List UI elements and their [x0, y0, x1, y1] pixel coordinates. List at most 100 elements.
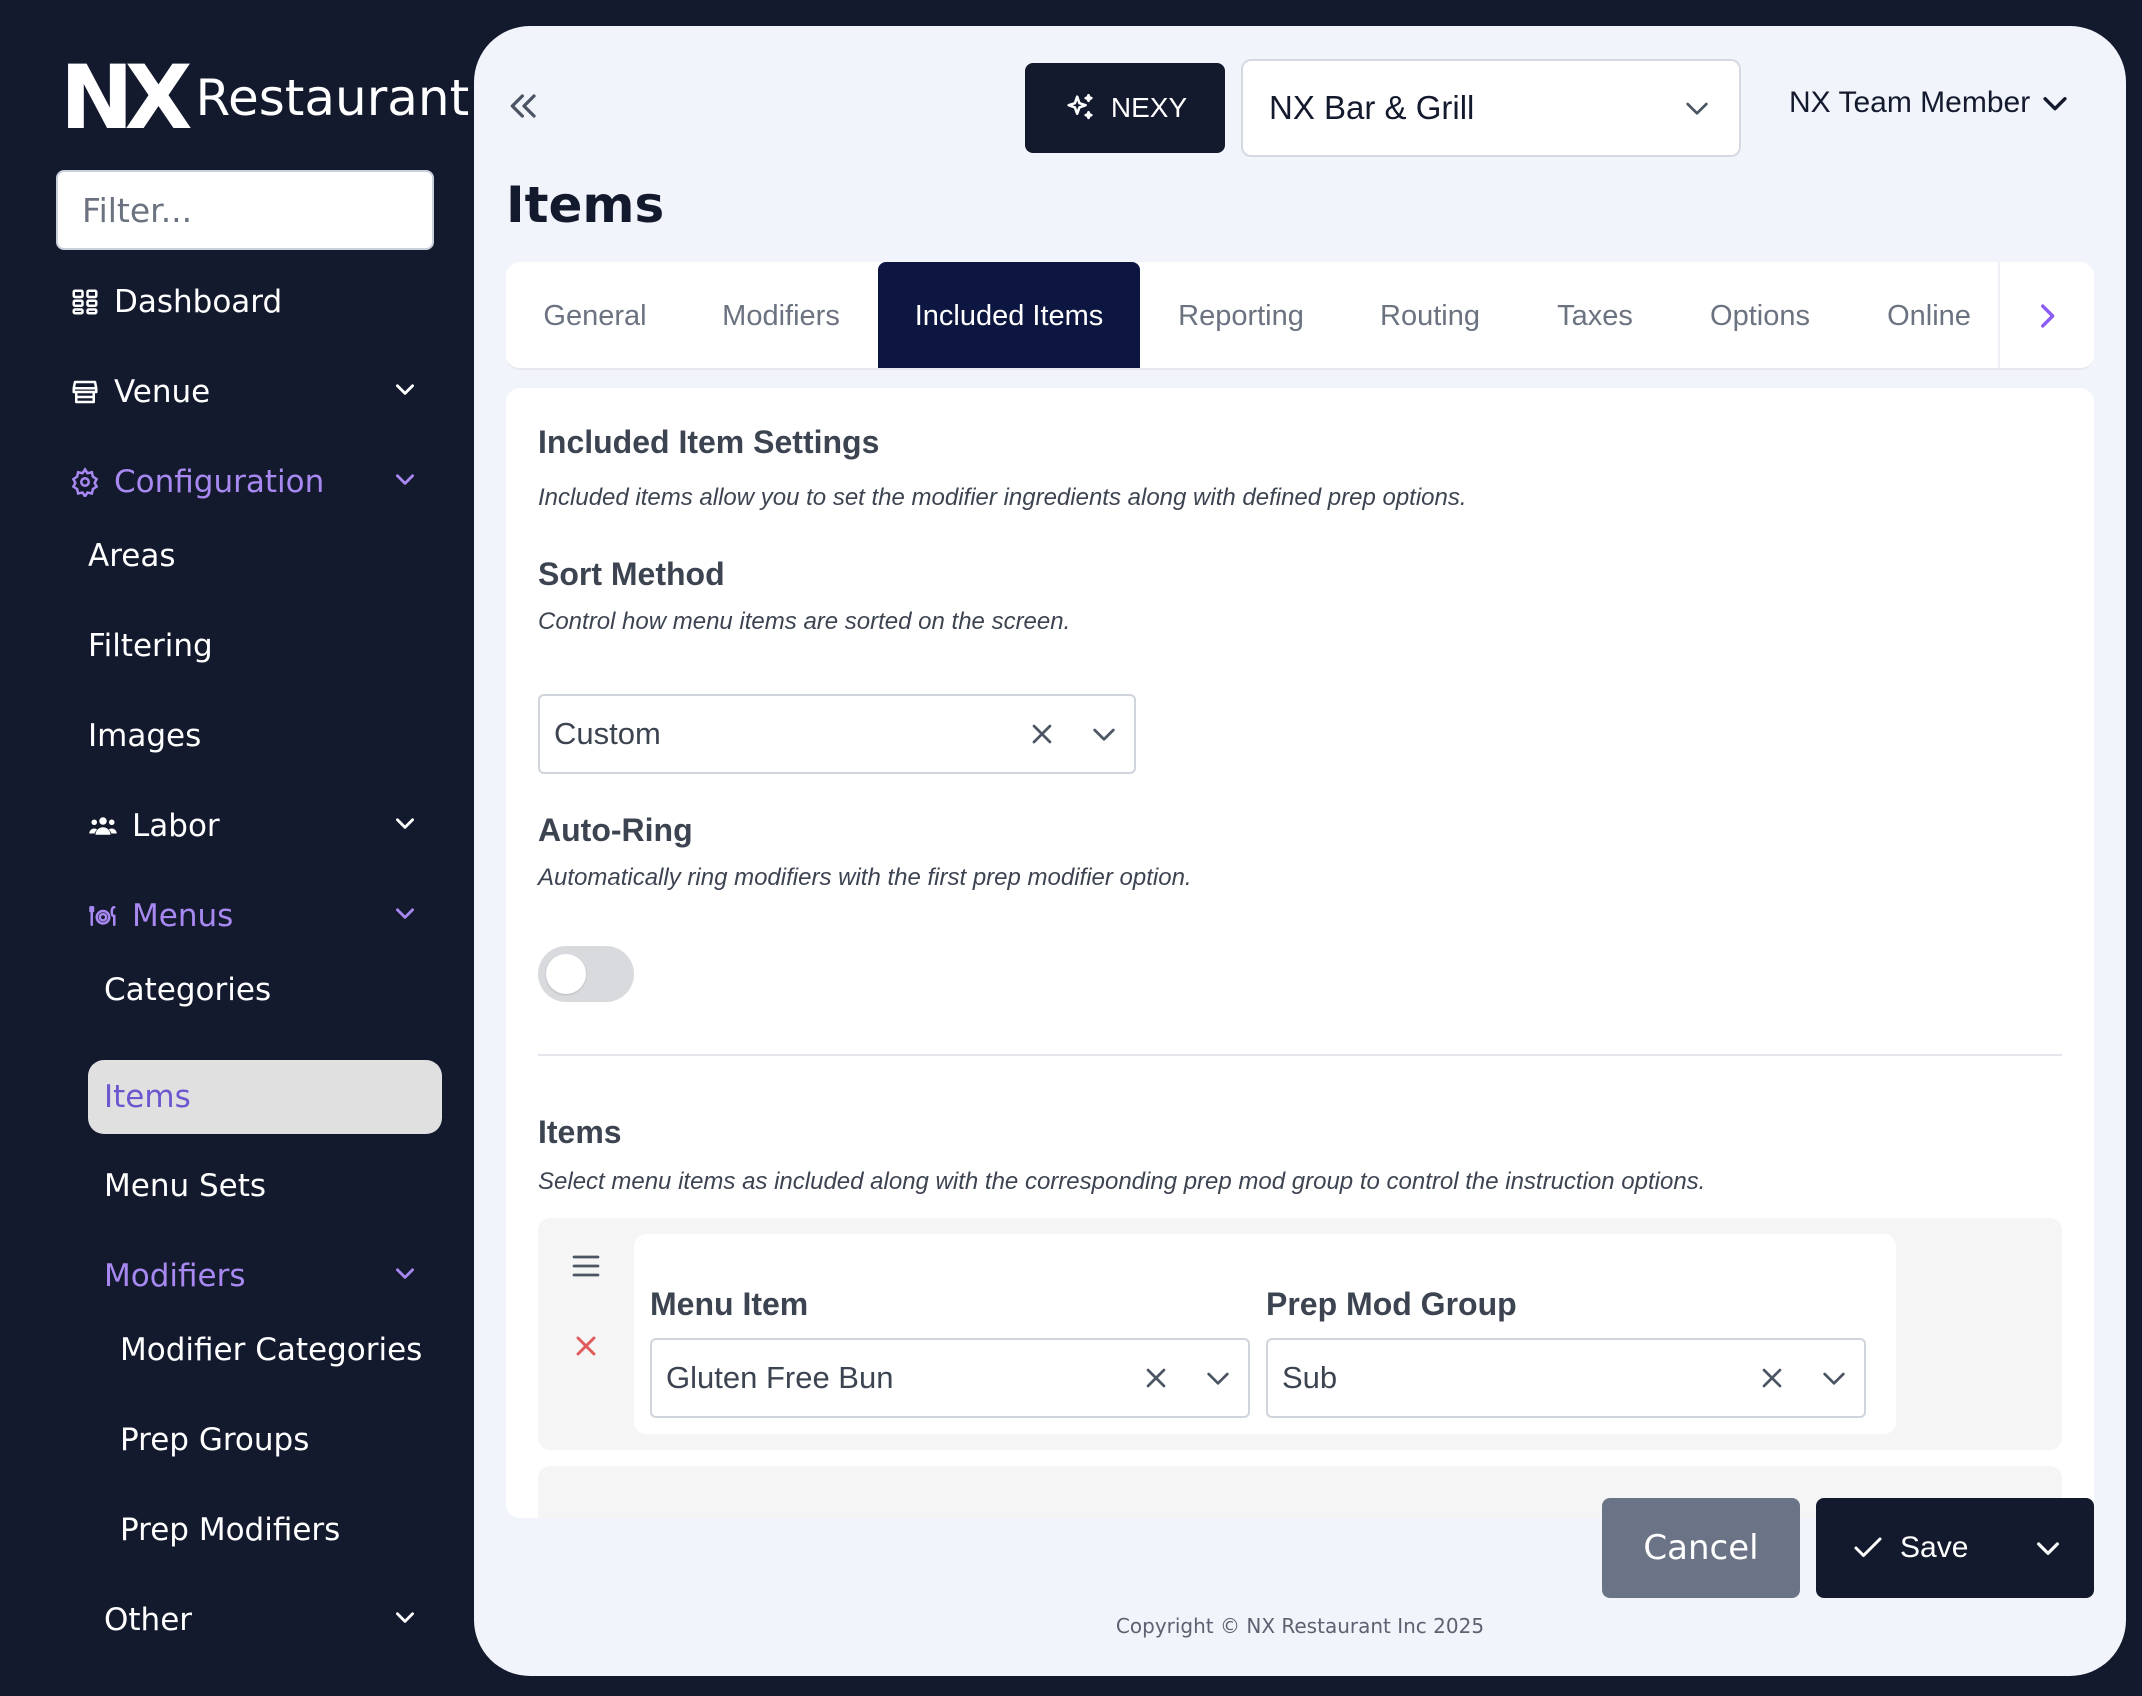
auto-ring-description: Automatically ring modifiers with the fi… — [538, 864, 1192, 891]
copyright-text: Copyright © NX Restaurant Inc 2025 — [1115, 1614, 1485, 1638]
sidebar-item-menu-sets[interactable]: Menu Sets — [104, 1168, 266, 1204]
tab-online[interactable]: Online — [1848, 262, 2010, 368]
tab-routing[interactable]: Routing — [1342, 262, 1518, 368]
chevron-down-icon[interactable] — [1088, 718, 1120, 750]
sidebar-item-label: Prep Groups — [120, 1422, 310, 1458]
sidebar-item-prep-groups[interactable]: Prep Groups — [120, 1422, 309, 1458]
prep-mod-group-label: Prep Mod Group — [1266, 1286, 1517, 1322]
sidebar-item-labor[interactable]: Labor — [88, 808, 220, 844]
sidebar-item-prep-modifiers[interactable]: Prep Modifiers — [120, 1512, 340, 1548]
chevron-down-icon — [1686, 102, 1708, 115]
brand-mark: NX — [60, 46, 192, 149]
sidebar-item-label: Menus — [132, 898, 234, 934]
settings-description: Included items allow you to set the modi… — [538, 484, 1467, 511]
page-title: Items — [506, 176, 665, 234]
chevron-down-icon[interactable] — [1818, 1362, 1850, 1394]
save-label: Save — [1900, 1531, 1969, 1564]
sort-method-heading: Sort Method — [538, 556, 725, 592]
sidebar-item-label: Configuration — [114, 464, 325, 500]
auto-ring-toggle[interactable] — [538, 946, 634, 1002]
chevron-down-icon[interactable] — [2032, 1532, 2064, 1564]
sort-method-select[interactable]: Custom — [538, 694, 1136, 774]
sidebar-item-label: Categories — [104, 972, 272, 1008]
dining-icon — [88, 901, 118, 931]
dashboard-icon — [70, 287, 100, 317]
cancel-button[interactable]: Cancel — [1602, 1498, 1800, 1598]
clear-icon[interactable] — [1756, 1362, 1788, 1394]
nexy-button[interactable]: NEXY — [1025, 63, 1225, 153]
sort-method-description: Control how menu items are sorted on the… — [538, 608, 1071, 635]
clear-icon[interactable] — [1140, 1362, 1172, 1394]
items-heading: Items — [538, 1114, 622, 1150]
sidebar-item-label: Items — [104, 1079, 191, 1115]
items-description: Select menu items as included along with… — [538, 1168, 1706, 1195]
chevron-down-icon — [2043, 97, 2067, 111]
save-button[interactable]: Save — [1816, 1498, 2094, 1598]
sidebar-item-other[interactable]: Other — [104, 1602, 192, 1638]
included-item-fields: Menu Item Prep Mod Group Gluten Free Bun… — [634, 1234, 1896, 1434]
sort-method-value: Custom — [554, 716, 661, 751]
sidebar-item-modifier-categories[interactable]: Modifier Categories — [120, 1332, 422, 1368]
tab-taxes[interactable]: Taxes — [1518, 262, 1672, 368]
sidebar-filter-input[interactable] — [56, 170, 434, 250]
sidebar-item-filtering[interactable]: Filtering — [88, 628, 213, 664]
sparkles-icon — [1067, 93, 1093, 120]
prep-mod-group-select[interactable]: Sub — [1266, 1338, 1866, 1418]
toggle-knob — [546, 954, 586, 994]
menu-item-value: Gluten Free Bun — [666, 1360, 894, 1395]
menu-item-label: Menu Item — [650, 1286, 809, 1322]
tab-included-items[interactable]: Included Items — [878, 262, 1140, 368]
tabs-scroll-right-button[interactable] — [1998, 262, 2094, 368]
drag-handle-icon[interactable] — [568, 1248, 604, 1284]
chevron-down-icon[interactable] — [392, 376, 418, 402]
users-icon — [88, 811, 118, 841]
sidebar-item-label: Modifiers — [104, 1258, 246, 1294]
menu-item-select[interactable]: Gluten Free Bun — [650, 1338, 1250, 1418]
sidebar-item-configuration[interactable]: Configuration — [70, 464, 324, 500]
section-divider — [538, 1054, 2062, 1056]
brand-logo[interactable]: NX Restaurant — [60, 54, 470, 142]
chevron-right-icon — [2041, 304, 2055, 328]
sidebar-item-label: Labor — [132, 808, 220, 844]
sidebar: NX Restaurant Dashboard Venue Configurat… — [0, 0, 474, 1696]
sidebar-item-label: Areas — [88, 538, 176, 574]
prep-mod-group-value: Sub — [1282, 1360, 1338, 1395]
user-menu[interactable]: NX Team Member — [1789, 86, 2072, 120]
sidebar-item-menus[interactable]: Menus — [88, 898, 233, 934]
chevron-down-icon[interactable] — [392, 900, 418, 926]
close-icon[interactable] — [570, 1330, 602, 1362]
chevron-down-icon[interactable] — [392, 1260, 418, 1286]
sidebar-item-label: Other — [104, 1602, 193, 1638]
settings-heading: Included Item Settings — [538, 424, 880, 460]
tab-general[interactable]: General — [506, 262, 684, 368]
sidebar-item-areas[interactable]: Areas — [88, 538, 176, 574]
chevron-down-icon[interactable] — [392, 810, 418, 836]
chevron-down-icon[interactable] — [392, 1604, 418, 1630]
tab-options[interactable]: Options — [1672, 262, 1848, 368]
sidebar-item-label: Modifier Categories — [120, 1332, 423, 1368]
venue-selected-value: NX Bar & Grill — [1269, 89, 1475, 126]
clear-icon[interactable] — [1026, 718, 1058, 750]
chevron-down-icon[interactable] — [1202, 1362, 1234, 1394]
collapse-sidebar-icon[interactable] — [504, 86, 544, 126]
sidebar-item-venue[interactable]: Venue — [70, 374, 210, 410]
sidebar-item-label: Menu Sets — [104, 1168, 267, 1204]
main-panel: NEXY NX Bar & Grill NX Team Member Items… — [474, 26, 2126, 1676]
gear-icon — [70, 467, 100, 497]
tab-modifiers[interactable]: Modifiers — [684, 262, 878, 368]
sidebar-item-dashboard[interactable]: Dashboard — [70, 284, 282, 320]
check-icon — [1854, 1537, 1882, 1557]
included-items-card: Included Item Settings Included items al… — [506, 388, 2094, 1518]
sidebar-item-modifiers[interactable]: Modifiers — [104, 1258, 246, 1294]
tab-bar: General Modifiers Included Items Reporti… — [506, 262, 2094, 370]
sidebar-item-label: Filtering — [88, 628, 213, 664]
venue-select[interactable]: NX Bar & Grill — [1241, 59, 1741, 157]
sidebar-item-items[interactable]: Items — [104, 1079, 191, 1115]
user-name: NX Team Member — [1789, 86, 2031, 119]
brand-name: Restaurant — [195, 69, 470, 127]
sidebar-item-categories[interactable]: Categories — [104, 972, 271, 1008]
included-item-row: Menu Item Prep Mod Group Gluten Free Bun… — [538, 1218, 2062, 1450]
sidebar-item-images[interactable]: Images — [88, 718, 201, 754]
chevron-down-icon[interactable] — [392, 466, 418, 492]
tab-reporting[interactable]: Reporting — [1140, 262, 1342, 368]
